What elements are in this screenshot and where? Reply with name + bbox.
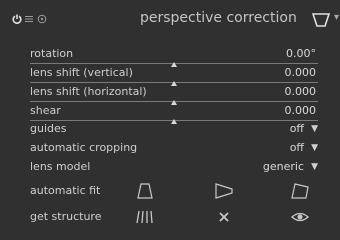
slider-label: lens shift (horizontal): [30, 85, 147, 98]
dropdown-label: automatic cropping: [30, 141, 138, 154]
get-structure-label: get structure: [30, 210, 102, 223]
slider-lens-shift-horizontal[interactable]: lens shift (horizontal) 0.000: [0, 83, 340, 105]
slider-lens-shift-vertical[interactable]: lens shift (vertical) 0.000: [0, 64, 340, 86]
presets-icon[interactable]: [24, 14, 34, 27]
dropdown-label: guides: [30, 122, 67, 135]
dropdown-guides[interactable]: guides off ▼: [0, 120, 340, 138]
slider-label: lens shift (vertical): [30, 66, 133, 79]
chevron-down-icon[interactable]: ▾: [334, 12, 339, 23]
clear-structure-icon[interactable]: [213, 207, 235, 227]
module-header: perspective correction ▾: [0, 0, 340, 40]
detect-lines-icon[interactable]: [134, 207, 156, 227]
slider-value: 0.000: [284, 85, 317, 98]
dropdown-automatic-cropping[interactable]: automatic cropping off ▼: [0, 139, 340, 157]
dropdown-arrow-icon[interactable]: ▼: [311, 158, 318, 176]
fit-vertical-icon[interactable]: [134, 181, 156, 201]
dropdown-value: generic: [262, 160, 304, 173]
reset-icon[interactable]: [37, 14, 47, 27]
automatic-fit-row: automatic fit: [0, 178, 340, 204]
automatic-fit-label: automatic fit: [30, 184, 101, 197]
slider-value: 0.000: [284, 66, 317, 79]
module-shape-icon[interactable]: [311, 12, 331, 31]
slider-value: 0.00°: [286, 47, 316, 60]
slider-rotation[interactable]: rotation 0.00°: [0, 45, 340, 67]
dropdown-arrow-icon[interactable]: ▼: [311, 120, 318, 138]
dropdown-label: lens model: [30, 160, 91, 173]
display-structure-icon[interactable]: [289, 207, 311, 227]
dropdown-lens-model[interactable]: lens model generic ▼: [0, 158, 340, 176]
dropdown-value: off: [289, 141, 304, 154]
slider-label: rotation: [30, 47, 74, 60]
slider-shear[interactable]: shear 0.000: [0, 102, 340, 124]
fit-both-icon[interactable]: [289, 181, 311, 201]
fit-horizontal-icon[interactable]: [213, 181, 235, 201]
dropdown-value: off: [289, 122, 304, 135]
module-title: perspective correction: [140, 10, 297, 26]
slider-value: 0.000: [284, 104, 317, 117]
dropdown-arrow-icon[interactable]: ▼: [311, 139, 318, 157]
slider-label: shear: [30, 104, 61, 117]
get-structure-row: get structure: [0, 204, 340, 230]
power-icon[interactable]: [12, 14, 22, 27]
